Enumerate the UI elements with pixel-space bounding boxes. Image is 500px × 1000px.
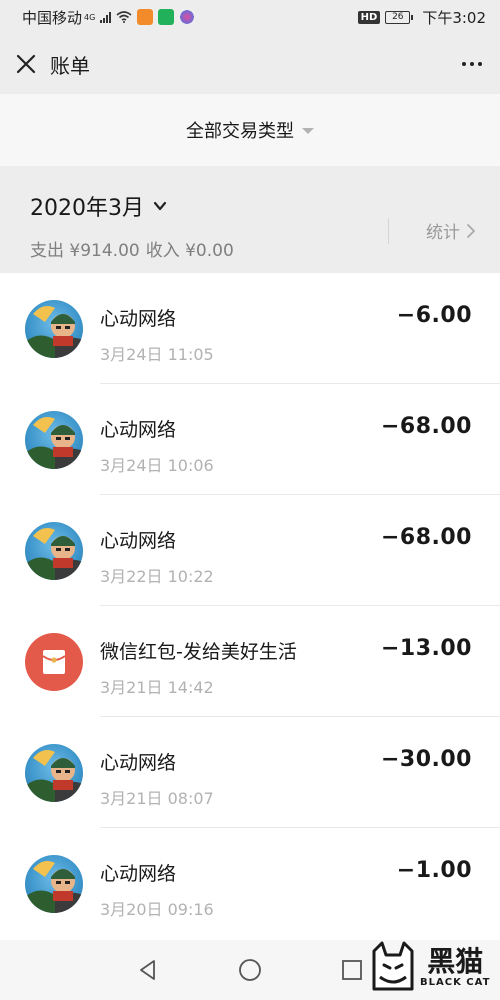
hd-badge: HD: [357, 10, 381, 24]
chevron-down-icon: [153, 201, 167, 211]
game-avatar: [25, 744, 83, 802]
tv-app-icon: [158, 9, 175, 25]
status-left: 中国移动 4G: [22, 7, 196, 28]
month-picker[interactable]: 2020年3月: [30, 190, 470, 222]
transaction-item[interactable]: 心动网络 3月24日 10:06 −68.00: [0, 384, 500, 495]
back-triangle-icon[interactable]: [136, 958, 160, 982]
divider: [388, 218, 389, 244]
status-right: HD 26 下午3:02: [357, 7, 486, 28]
transaction-body: 心动网络 3月22日 10:22 −68.00: [100, 495, 500, 606]
more-icon: [462, 62, 466, 66]
page-title: 账单: [50, 53, 90, 78]
game-avatar: [25, 411, 83, 469]
transaction-amount: −68.00: [380, 525, 472, 550]
flower-app-icon: [179, 9, 196, 25]
transaction-body: 心动网络 3月20日 09:16 −1.00: [100, 828, 500, 939]
recent-apps-square-icon[interactable]: [340, 958, 364, 982]
more-button[interactable]: [458, 52, 486, 76]
transaction-body: 微信红包-发给美好生活 3月21日 14:42 −13.00: [100, 606, 500, 717]
network-type-label: 4G: [84, 12, 96, 22]
month-section: 2020年3月 支出 ¥914.00 收入 ¥0.00 统计: [0, 166, 500, 273]
transaction-amount: −1.00: [396, 858, 472, 883]
signal-icon: [100, 11, 112, 23]
stats-button[interactable]: 统计: [426, 218, 476, 243]
filter-label: 全部交易类型: [186, 121, 294, 142]
battery-level: 26: [385, 10, 411, 24]
transaction-item[interactable]: 心动网络 3月21日 08:07 −30.00: [0, 717, 500, 828]
red-packet-icon: [25, 633, 83, 691]
transaction-time: 3月21日 14:42: [100, 678, 214, 697]
close-button[interactable]: [14, 52, 38, 76]
caret-down-icon: [302, 128, 314, 134]
transaction-amount: −30.00: [380, 747, 472, 772]
transaction-item[interactable]: 心动网络 3月20日 09:16 −1.00: [0, 828, 500, 939]
battery-icon: 26: [385, 10, 414, 24]
game-avatar: [25, 300, 83, 358]
transaction-body: 心动网络 3月24日 10:06 −68.00: [100, 384, 500, 495]
cat-logo-icon: [372, 941, 414, 991]
transaction-type-filter[interactable]: 全部交易类型: [0, 94, 500, 166]
watermark-en: BLACK CAT: [420, 976, 491, 988]
month-summary: 支出 ¥914.00 收入 ¥0.00: [30, 236, 470, 261]
clock: 下午3:02: [422, 8, 486, 27]
expense-summary: 支出 ¥914.00: [30, 241, 140, 261]
transaction-amount: −6.00: [396, 303, 472, 328]
carrier-label: 中国移动: [22, 8, 83, 27]
transaction-time: 3月24日 11:05: [100, 345, 214, 364]
close-icon: [16, 54, 36, 74]
transaction-item[interactable]: 心动网络 3月24日 11:05 −6.00: [0, 273, 500, 384]
status-bar: 中国移动 4G HD 26 下午3:02: [0, 0, 500, 34]
transaction-time: 3月24日 10:06: [100, 456, 214, 475]
watermark-cn: 黑猫: [427, 944, 484, 978]
chevron-right-icon: [467, 223, 475, 238]
wifi-icon: [116, 11, 132, 23]
transaction-amount: −68.00: [380, 414, 472, 439]
transaction-item[interactable]: 微信红包-发给美好生活 3月21日 14:42 −13.00: [0, 606, 500, 717]
income-summary: 收入 ¥0.00: [145, 241, 234, 261]
black-cat-watermark: 黑猫 BLACK CAT: [370, 938, 494, 996]
transaction-amount: −13.00: [380, 636, 472, 661]
transaction-time: 3月22日 10:22: [100, 567, 214, 586]
transaction-time: 3月21日 08:07: [100, 789, 214, 808]
game-avatar: [25, 522, 83, 580]
transaction-body: 心动网络 3月21日 08:07 −30.00: [100, 717, 500, 828]
stats-label: 统计: [426, 223, 460, 243]
transaction-time: 3月20日 09:16: [100, 900, 214, 919]
month-label: 2020年3月: [30, 196, 144, 221]
title-bar: 账单: [0, 34, 500, 94]
home-circle-icon[interactable]: [238, 958, 262, 982]
transaction-body: 心动网络 3月24日 11:05 −6.00: [100, 273, 500, 384]
game-avatar: [25, 855, 83, 913]
transaction-list: 心动网络 3月24日 11:05 −6.00 心动网络 3月24日 10:06 …: [0, 273, 500, 942]
video-app-icon: [137, 9, 154, 25]
transaction-item[interactable]: 心动网络 3月22日 10:22 −68.00: [0, 495, 500, 606]
